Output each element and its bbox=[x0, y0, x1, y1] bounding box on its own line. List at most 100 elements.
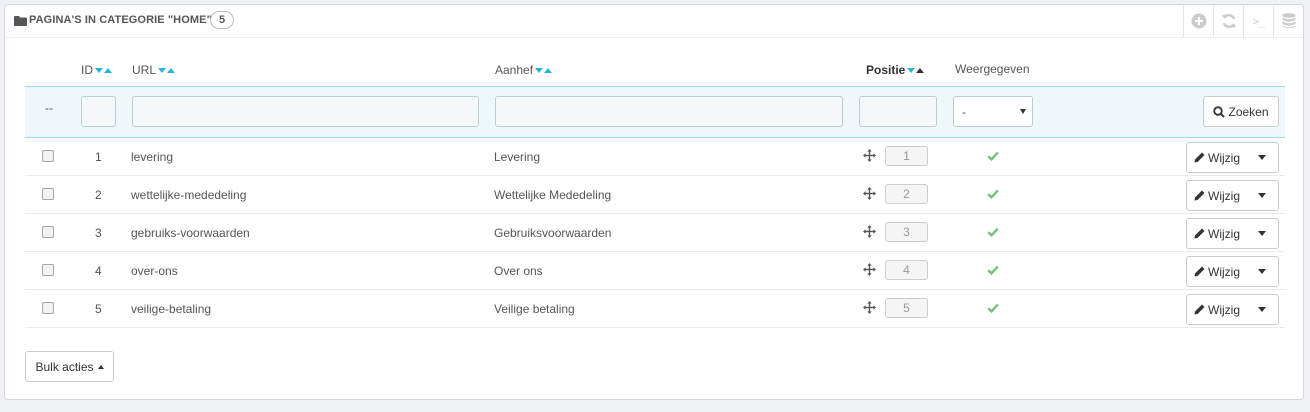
edit-button[interactable]: Wijzig bbox=[1187, 219, 1246, 248]
column-label-aanhef: Aanhef bbox=[495, 63, 534, 77]
edit-button-label: Wijzig bbox=[1208, 226, 1240, 241]
row-actions: Wijzig bbox=[1186, 294, 1279, 325]
pencil-icon bbox=[1194, 304, 1205, 315]
sort-desc-icon[interactable] bbox=[907, 68, 916, 73]
column-label-positie: Positie bbox=[866, 63, 906, 77]
row-checkbox[interactable] bbox=[42, 226, 54, 238]
move-arrows-icon[interactable] bbox=[863, 263, 876, 276]
column-header-id: ID bbox=[81, 62, 112, 77]
sort-desc-icon[interactable] bbox=[158, 68, 167, 73]
sql-terminal-icon: >_ bbox=[1252, 14, 1265, 28]
row-position: 1 bbox=[885, 146, 928, 166]
filter-displayed-select[interactable]: - bbox=[953, 96, 1033, 127]
row-id: 2 bbox=[95, 188, 102, 202]
search-icon bbox=[1213, 105, 1226, 118]
move-arrows-icon[interactable] bbox=[863, 187, 876, 200]
row-checkbox[interactable] bbox=[42, 150, 54, 162]
column-header-url: URL bbox=[132, 62, 176, 77]
edit-button[interactable]: Wijzig bbox=[1187, 257, 1246, 286]
folder-icon bbox=[14, 16, 27, 26]
row-url: over-ons bbox=[131, 264, 178, 278]
filter-id-input[interactable] bbox=[81, 96, 116, 127]
cms-pages-panel: PAGINA'S IN CATEGORIE "HOME" 5 >_ ID URL… bbox=[4, 4, 1304, 400]
table-row: 3 gebruiks-voorwaarden Gebruiksvoorwaard… bbox=[25, 214, 1285, 252]
row-id: 5 bbox=[95, 302, 102, 316]
caret-down-icon bbox=[1258, 231, 1266, 236]
column-label-id: ID bbox=[81, 63, 93, 77]
row-aanhef: Veilige betaling bbox=[494, 302, 575, 316]
row-actions: Wijzig bbox=[1186, 142, 1279, 173]
row-actions-dropdown-toggle[interactable] bbox=[1246, 143, 1278, 172]
check-icon[interactable] bbox=[987, 265, 999, 275]
add-new-button[interactable] bbox=[1183, 5, 1213, 37]
pencil-icon bbox=[1194, 152, 1205, 163]
sql-query-button[interactable]: >_ bbox=[1243, 5, 1273, 37]
bulk-actions-button[interactable]: Bulk acties bbox=[25, 351, 114, 382]
edit-button[interactable]: Wijzig bbox=[1187, 143, 1246, 172]
bulk-actions-label: Bulk acties bbox=[35, 359, 94, 374]
row-actions-dropdown-toggle[interactable] bbox=[1246, 257, 1278, 286]
sort-asc-active-icon[interactable] bbox=[916, 68, 925, 73]
row-id: 3 bbox=[95, 226, 102, 240]
search-button[interactable]: Zoeken bbox=[1203, 96, 1279, 127]
row-aanhef: Levering bbox=[494, 150, 541, 164]
panel-header: PAGINA'S IN CATEGORIE "HOME" 5 >_ bbox=[5, 5, 1303, 38]
panel-toolbar: >_ bbox=[1183, 5, 1303, 37]
row-actions: Wijzig bbox=[1186, 218, 1279, 249]
move-arrows-icon[interactable] bbox=[863, 301, 876, 314]
filter-displayed-value: - bbox=[962, 105, 966, 119]
check-icon[interactable] bbox=[987, 227, 999, 237]
move-arrows-icon[interactable] bbox=[863, 149, 876, 162]
sort-desc-icon[interactable] bbox=[95, 68, 103, 73]
filter-row: -- - Zoeken bbox=[25, 86, 1285, 138]
check-icon[interactable] bbox=[987, 151, 999, 161]
column-label-url: URL bbox=[132, 63, 157, 77]
table-row: 1 levering Levering 1 Wijzig bbox=[25, 138, 1285, 176]
sort-asc-icon[interactable] bbox=[167, 68, 176, 73]
row-actions-dropdown-toggle[interactable] bbox=[1246, 219, 1278, 248]
pencil-icon bbox=[1194, 266, 1205, 277]
export-button[interactable] bbox=[1273, 5, 1303, 37]
pencil-icon bbox=[1194, 228, 1205, 239]
column-header-weergegeven: Weergegeven bbox=[955, 62, 1030, 76]
table-row: 5 veilige-betaling Veilige betaling 5 Wi… bbox=[25, 290, 1285, 328]
pencil-icon bbox=[1194, 190, 1205, 201]
row-checkbox[interactable] bbox=[42, 264, 54, 276]
caret-down-icon bbox=[1258, 307, 1266, 312]
table-row: 2 wettelijke-mededeling Wettelijke Meded… bbox=[25, 176, 1285, 214]
refresh-button[interactable] bbox=[1213, 5, 1243, 37]
edit-button[interactable]: Wijzig bbox=[1187, 181, 1246, 210]
row-position: 3 bbox=[885, 222, 928, 242]
row-actions-dropdown-toggle[interactable] bbox=[1246, 181, 1278, 210]
edit-button-label: Wijzig bbox=[1208, 150, 1240, 165]
filter-url-input[interactable] bbox=[132, 96, 479, 127]
row-url: levering bbox=[131, 150, 174, 164]
row-aanhef: Gebruiksvoorwaarden bbox=[494, 226, 612, 240]
check-icon[interactable] bbox=[987, 189, 999, 199]
column-header-aanhef: Aanhef bbox=[495, 62, 553, 77]
filter-aanhef-input[interactable] bbox=[495, 96, 843, 127]
add-icon bbox=[1191, 13, 1206, 29]
edit-button[interactable]: Wijzig bbox=[1187, 295, 1246, 324]
caret-down-icon bbox=[1258, 269, 1266, 274]
refresh-icon bbox=[1220, 14, 1237, 28]
caret-down-icon bbox=[1258, 155, 1266, 160]
move-arrows-icon[interactable] bbox=[863, 225, 876, 238]
row-id: 4 bbox=[95, 264, 102, 278]
row-actions-dropdown-toggle[interactable] bbox=[1246, 295, 1278, 324]
caret-down-icon bbox=[1258, 193, 1266, 198]
row-aanhef: Over ons bbox=[494, 264, 543, 278]
check-icon[interactable] bbox=[987, 303, 999, 313]
filter-position-input[interactable] bbox=[859, 96, 937, 127]
row-url: gebruiks-voorwaarden bbox=[131, 226, 250, 240]
sort-asc-icon[interactable] bbox=[544, 68, 553, 73]
row-checkbox[interactable] bbox=[42, 188, 54, 200]
row-checkbox[interactable] bbox=[42, 302, 54, 314]
row-actions: Wijzig bbox=[1186, 180, 1279, 211]
column-header-positie: Positie bbox=[866, 62, 925, 77]
row-position: 5 bbox=[885, 298, 928, 318]
sort-asc-icon[interactable] bbox=[104, 68, 112, 73]
sort-desc-icon[interactable] bbox=[535, 68, 544, 73]
panel-title: PAGINA'S IN CATEGORIE "HOME" bbox=[29, 14, 212, 26]
table-row: 4 over-ons Over ons 4 Wijzig bbox=[25, 252, 1285, 290]
